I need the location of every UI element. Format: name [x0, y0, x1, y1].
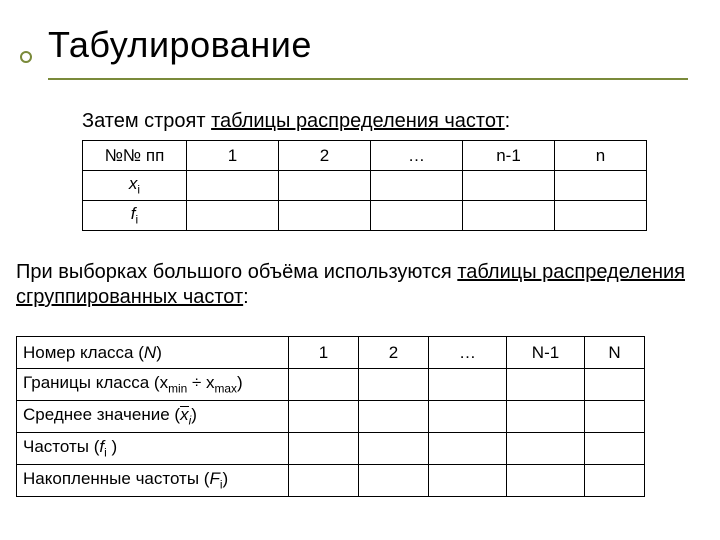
txt: )	[237, 373, 243, 392]
cell	[187, 201, 279, 231]
intro-text: Затем строят таблицы распределения часто…	[82, 110, 510, 133]
cell	[289, 369, 359, 401]
cell	[279, 171, 371, 201]
sub: min	[168, 382, 187, 396]
cell-rowlabel: xi	[83, 171, 187, 201]
table-row: Границы класса (xmin ÷ xmax)	[17, 369, 645, 401]
txt: Среднее значение (	[23, 405, 180, 424]
page-title: Табулирование	[48, 24, 312, 66]
para-grouped: При выборках большого объёма используютс…	[16, 260, 704, 310]
cell	[429, 433, 507, 465]
cell	[555, 171, 647, 201]
cell-rowlabel: Среднее значение (xi)	[17, 401, 289, 433]
bullet-icon	[20, 51, 32, 63]
cell	[585, 369, 645, 401]
sub: i	[137, 183, 140, 197]
cell	[555, 201, 647, 231]
intro-link: таблицы распределения частот	[211, 110, 505, 132]
cell: 2	[279, 141, 371, 171]
cell	[507, 369, 585, 401]
cell	[371, 201, 463, 231]
cell: …	[429, 337, 507, 369]
cell: 1	[289, 337, 359, 369]
cell-rowlabel: Накопленные частоты (Fi)	[17, 465, 289, 497]
table-row: fi	[83, 201, 647, 231]
cell	[187, 171, 279, 201]
cell	[585, 465, 645, 497]
cell-rowlabel: Границы класса (xmin ÷ xmax)	[17, 369, 289, 401]
cell	[429, 401, 507, 433]
cell	[429, 465, 507, 497]
table-row: Номер класса (N) 1 2 … N-1 N	[17, 337, 645, 369]
cell	[507, 465, 585, 497]
cell: 2	[359, 337, 429, 369]
freq-table: №№ пп 1 2 … n-1 n xi fi	[82, 140, 647, 231]
xbar: x	[180, 405, 189, 425]
txt: Границы класса (x	[23, 373, 168, 392]
grouped-freq-table: Номер класса (N) 1 2 … N-1 N Границы кла…	[16, 336, 645, 497]
cell	[289, 401, 359, 433]
cell: n	[555, 141, 647, 171]
cell-header: №№ пп	[83, 141, 187, 171]
table-row: №№ пп 1 2 … n-1 n	[83, 141, 647, 171]
cell-rowlabel: fi	[83, 201, 187, 231]
cell	[359, 465, 429, 497]
para2-prefix: При выборках большого объёма используютс…	[16, 261, 457, 283]
cell: n-1	[463, 141, 555, 171]
txt: ÷ x	[187, 373, 214, 392]
sub: i	[136, 213, 139, 227]
cell	[289, 433, 359, 465]
para2-suffix: :	[243, 286, 249, 308]
title-rule	[48, 78, 688, 80]
cell	[371, 171, 463, 201]
intro-suffix: :	[505, 110, 511, 132]
txt: Номер класса (	[23, 343, 144, 362]
cell	[463, 171, 555, 201]
cell	[507, 401, 585, 433]
cell	[507, 433, 585, 465]
cell-rowlabel: Номер класса (N)	[17, 337, 289, 369]
sub: max	[215, 382, 237, 396]
intro-prefix: Затем строят	[82, 110, 211, 132]
txt: Накопленные частоты (	[23, 469, 209, 488]
table-row: Накопленные частоты (Fi)	[17, 465, 645, 497]
cell	[359, 401, 429, 433]
table-row: xi	[83, 171, 647, 201]
txt: )	[107, 437, 117, 456]
cell	[279, 201, 371, 231]
table-row: Частоты (fi )	[17, 433, 645, 465]
cell	[463, 201, 555, 231]
cell: N	[585, 337, 645, 369]
var: F	[209, 469, 219, 488]
cell: 1	[187, 141, 279, 171]
cell	[289, 465, 359, 497]
txt: )	[223, 469, 229, 488]
cell: N-1	[507, 337, 585, 369]
txt: Частоты (	[23, 437, 99, 456]
cell	[585, 401, 645, 433]
cell	[359, 433, 429, 465]
cell	[359, 369, 429, 401]
txt: )	[191, 405, 197, 424]
cell: …	[371, 141, 463, 171]
cell	[429, 369, 507, 401]
table-row: Среднее значение (xi)	[17, 401, 645, 433]
txt: )	[156, 343, 162, 362]
cell	[585, 433, 645, 465]
cell-rowlabel: Частоты (fi )	[17, 433, 289, 465]
var: N	[144, 343, 156, 362]
